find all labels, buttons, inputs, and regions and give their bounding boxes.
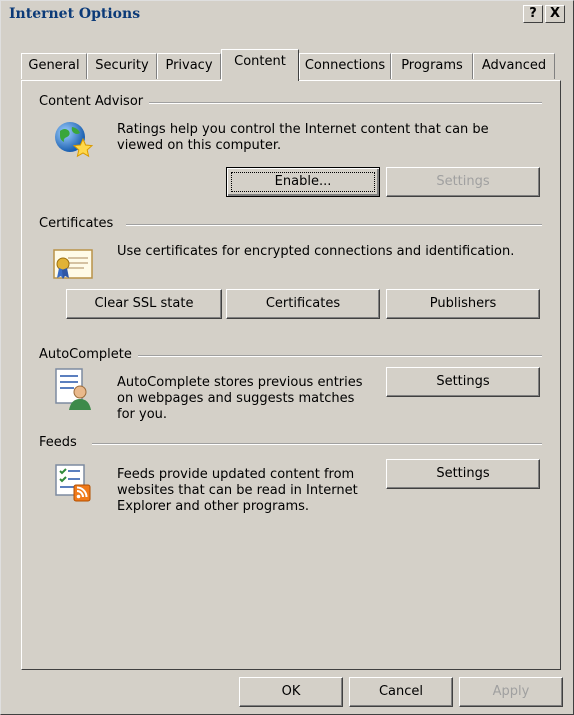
autocomplete-description-line-2: on webpages and suggests matches: [117, 391, 355, 406]
content-tab-panel: Content Advisor Ratings help you control…: [21, 80, 561, 670]
feeds-divider: [92, 443, 542, 445]
help-button[interactable]: ?: [523, 5, 543, 23]
cancel-button[interactable]: Cancel: [349, 677, 453, 707]
close-button[interactable]: X: [545, 5, 565, 23]
autocomplete-description-line-3: for you.: [117, 407, 168, 422]
tab-connections[interactable]: Connections: [299, 53, 391, 79]
feeds-description-line-3: Explorer and other programs.: [117, 499, 310, 514]
feeds-heading: Feeds: [39, 435, 83, 450]
autocomplete-person-icon: [52, 365, 96, 413]
feeds-description-line-1: Feeds provide updated content from: [117, 467, 355, 482]
certificates-heading: Certificates: [39, 216, 120, 231]
content-advisor-heading: Content Advisor: [39, 94, 150, 109]
publishers-button[interactable]: Publishers: [386, 289, 540, 319]
ok-button[interactable]: OK: [239, 677, 343, 707]
content-advisor-description-line-1: Ratings help you control the Internet co…: [117, 122, 489, 137]
tab-privacy[interactable]: Privacy: [157, 53, 221, 79]
window-title: Internet Options: [9, 6, 141, 22]
certificates-description: Use certificates for encrypted connectio…: [117, 244, 515, 259]
certificates-button[interactable]: Certificates: [226, 289, 380, 319]
content-advisor-description-line-2: viewed on this computer.: [117, 138, 282, 153]
autocomplete-description: AutoComplete stores previous entries on …: [117, 375, 363, 423]
autocomplete-divider: [134, 355, 542, 357]
content-advisor-settings-button[interactable]: Settings: [386, 167, 540, 197]
content-advisor-description: Ratings help you control the Internet co…: [117, 122, 489, 154]
enable-button[interactable]: Enable...: [226, 167, 380, 197]
globe-star-icon: [52, 119, 96, 163]
title-bar[interactable]: Internet Options ? X: [3, 3, 569, 25]
content-advisor-divider: [132, 102, 542, 104]
clear-ssl-state-button[interactable]: Clear SSL state: [66, 289, 222, 319]
focus-rectangle: [231, 172, 375, 192]
certificate-icon: [52, 246, 96, 282]
tab-advanced[interactable]: Advanced: [473, 53, 555, 79]
feed-list-icon: [52, 461, 96, 505]
internet-options-window: Internet Options ? X General Security Pr…: [0, 0, 574, 715]
tab-programs[interactable]: Programs: [391, 53, 473, 79]
tab-security[interactable]: Security: [87, 53, 157, 79]
feeds-settings-button[interactable]: Settings: [386, 459, 540, 489]
autocomplete-heading: AutoComplete: [39, 347, 138, 362]
certificates-divider: [126, 224, 542, 226]
feeds-description-line-2: websites that can be read in Internet: [117, 483, 358, 498]
autocomplete-settings-button[interactable]: Settings: [386, 367, 540, 397]
tab-content[interactable]: Content: [221, 49, 299, 81]
apply-button[interactable]: Apply: [459, 677, 563, 707]
tab-general[interactable]: General: [21, 53, 87, 79]
autocomplete-description-line-1: AutoComplete stores previous entries: [117, 375, 363, 390]
feeds-description: Feeds provide updated content from websi…: [117, 467, 358, 515]
